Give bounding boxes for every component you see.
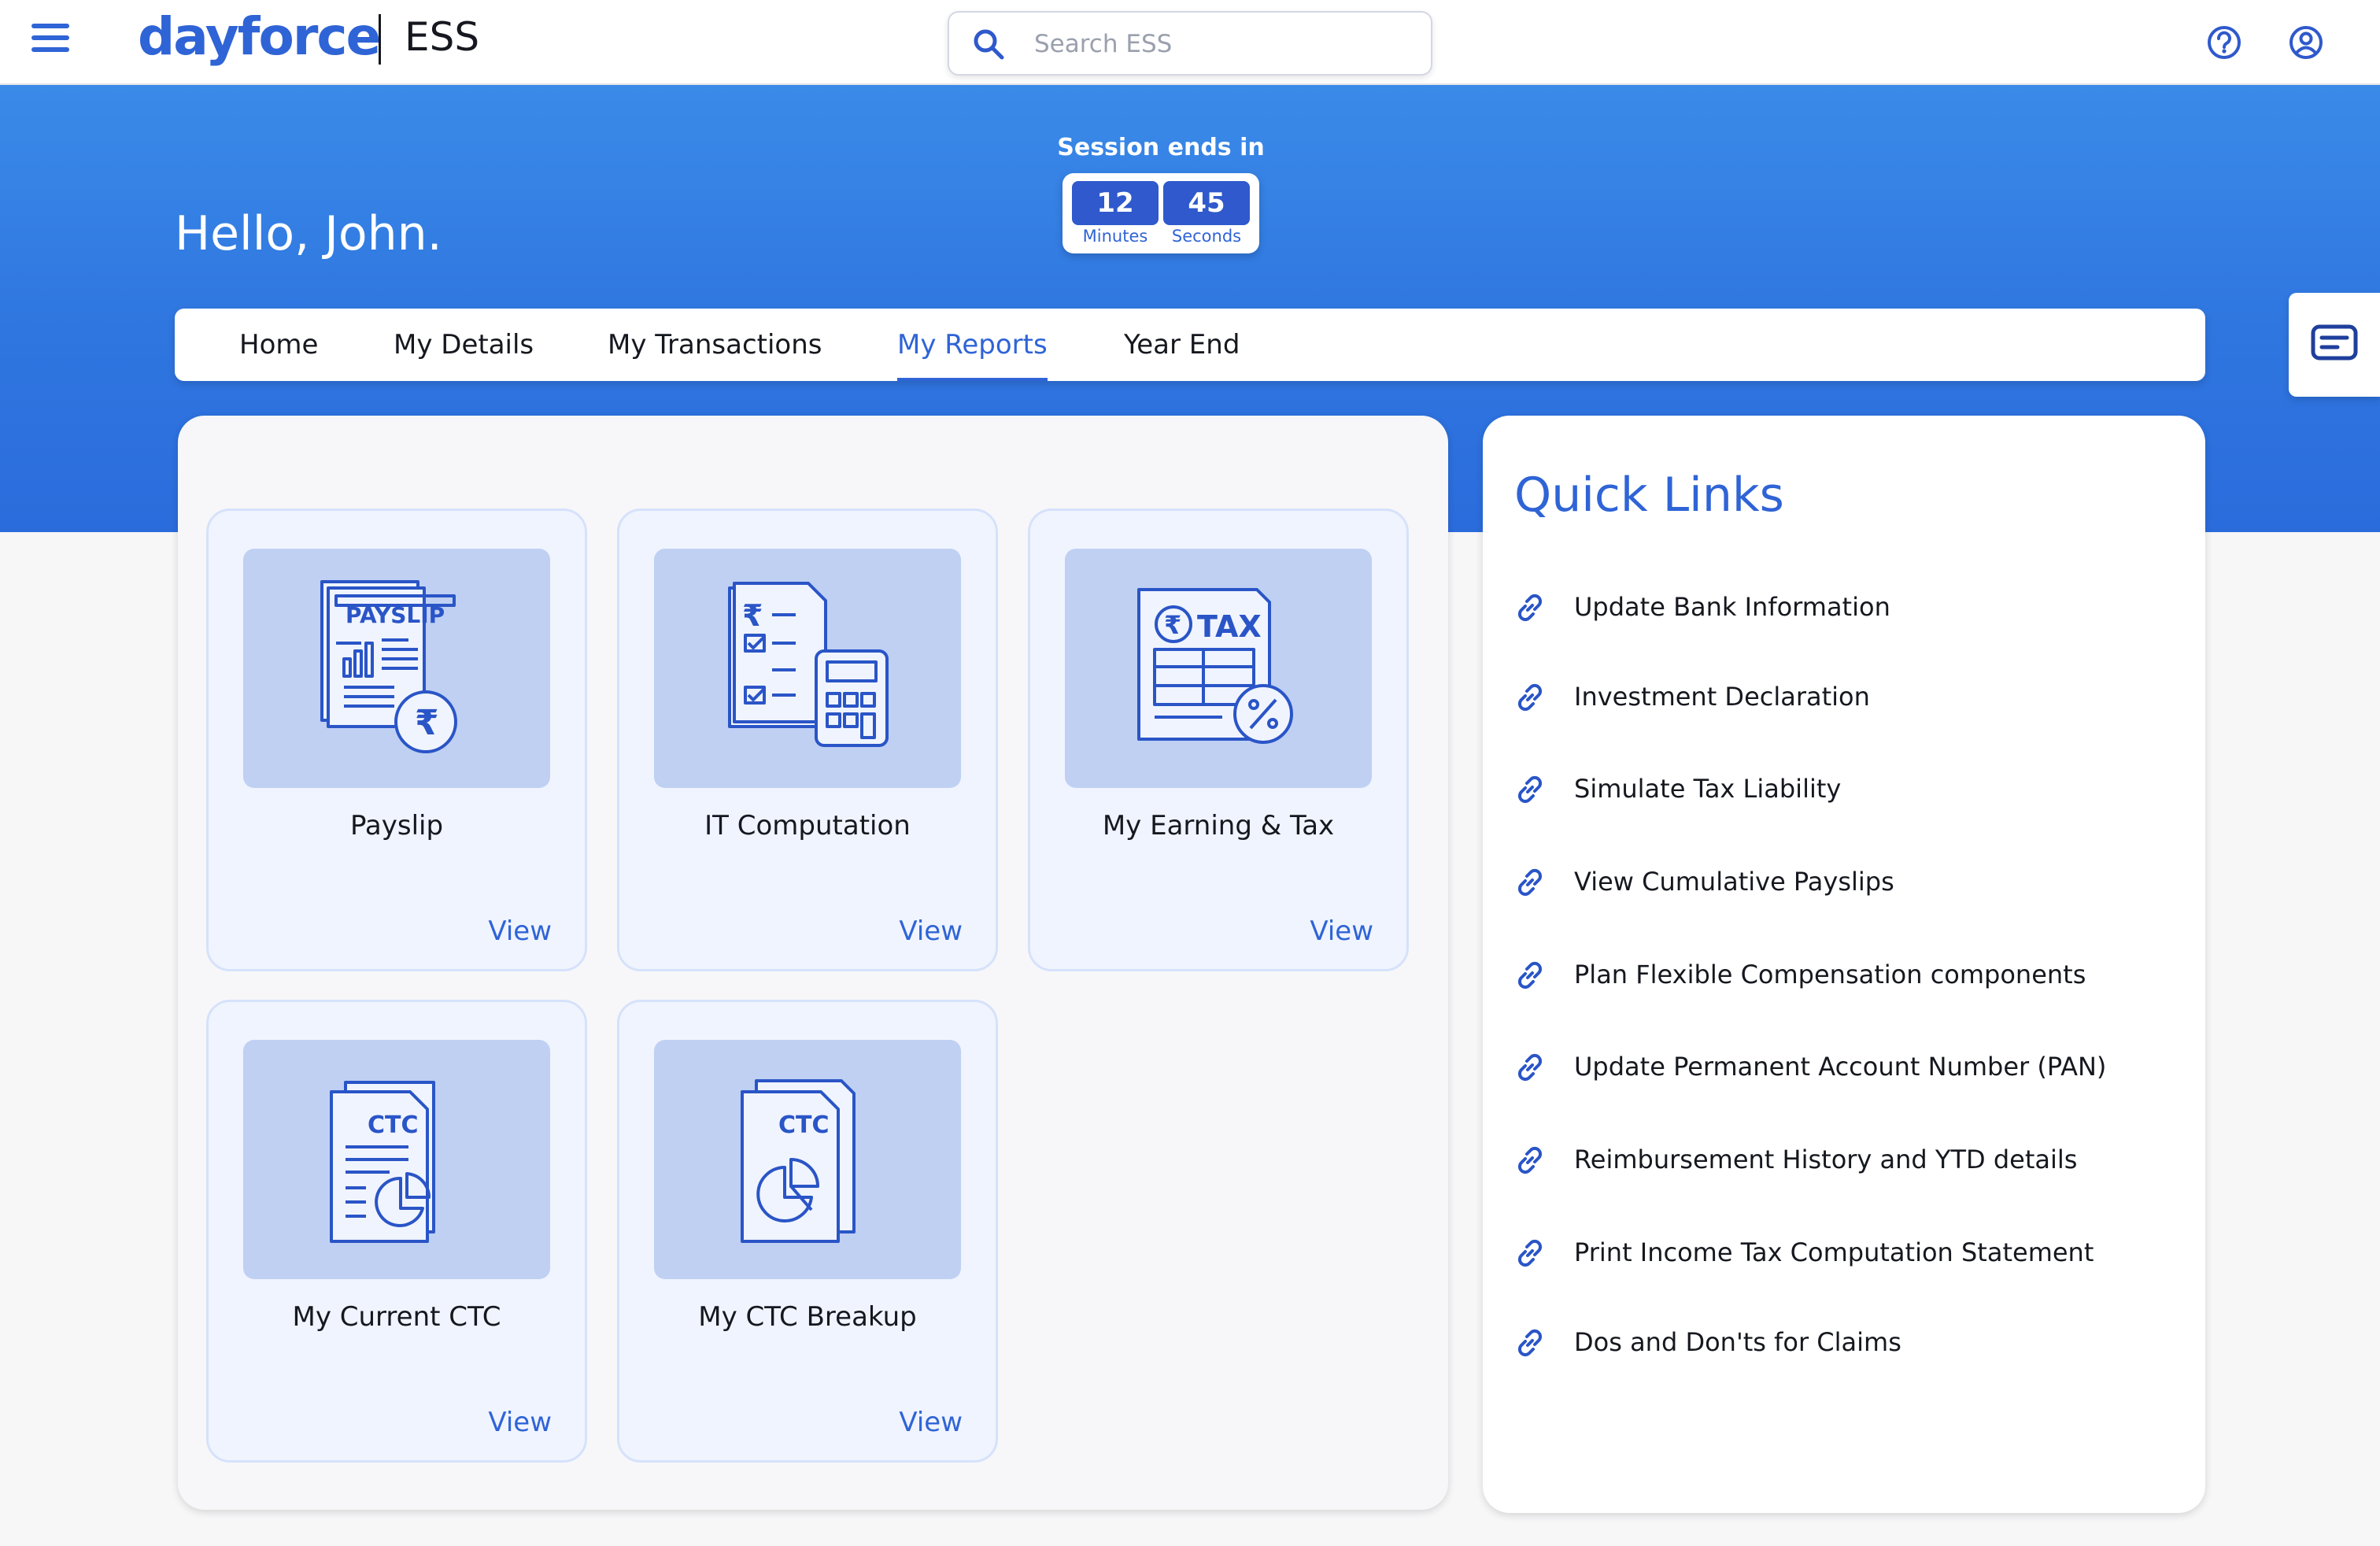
report-card-it-computation[interactable]: ₹ IT Computation View	[617, 509, 998, 971]
link-icon	[1517, 1053, 1543, 1082]
report-card-title: Payslip	[349, 810, 444, 841]
link-icon	[1517, 683, 1543, 712]
tax-art-text: TAX	[1197, 609, 1262, 644]
current-ctc-art-text: CTC	[368, 1111, 419, 1139]
search-icon	[974, 29, 1004, 60]
tab-my-transactions[interactable]: My Transactions	[608, 309, 822, 381]
logo-divider	[379, 14, 381, 65]
current-ctc-icon: CTC	[330, 1081, 435, 1243]
quick-link-reimbursement-history[interactable]: Reimbursement History and YTD details	[1514, 1138, 2191, 1182]
quick-link-label: View Cumulative Payslips	[1574, 867, 1894, 897]
report-card-title: My Earning & Tax	[1102, 810, 1335, 841]
report-card-payslip[interactable]: PAYSLIP ₹ Payslip View	[206, 509, 587, 971]
feedback-side-tab[interactable]	[2289, 293, 2380, 397]
quick-link-label: Plan Flexible Compensation components	[1574, 960, 2086, 989]
quick-link-label: Update Permanent Account Number (PAN)	[1574, 1052, 2107, 1082]
top-bar: dayforce ESS	[0, 0, 2380, 85]
quick-link-label: Investment Declaration	[1574, 682, 1870, 712]
quick-link-label: Print Income Tax Computation Statement	[1574, 1237, 2094, 1267]
link-icon	[1517, 1146, 1543, 1174]
report-card-ctc-breakup[interactable]: CTC My CTC Breakup View	[617, 1000, 998, 1463]
it-computation-icon: ₹	[728, 582, 889, 747]
quick-link-label: Dos and Don'ts for Claims	[1574, 1327, 1901, 1357]
view-link[interactable]: View	[1310, 915, 1373, 947]
quick-link-pan[interactable]: Update Permanent Account Number (PAN)	[1514, 1045, 2191, 1089]
tab-home[interactable]: Home	[239, 309, 318, 381]
earning-tax-icon: ₹ TAX	[1137, 588, 1293, 744]
quick-link-print-tax-statement[interactable]: Print Income Tax Computation Statement	[1514, 1231, 2191, 1275]
svg-text:₹: ₹	[415, 703, 439, 743]
link-icon	[1517, 961, 1543, 989]
link-icon	[1517, 1329, 1543, 1357]
payslip-art-text: PAYSLIP	[346, 602, 445, 628]
session-seconds: 45	[1163, 181, 1250, 225]
session-minutes: 12	[1072, 181, 1159, 225]
svg-text:₹: ₹	[1164, 610, 1181, 640]
main-tabs: Home My Details My Transactions My Repor…	[175, 309, 2205, 381]
link-icon	[1517, 1239, 1543, 1267]
quick-link-flexible-compensation[interactable]: Plan Flexible Compensation components	[1514, 953, 2191, 997]
quick-link-investment-declaration[interactable]: Investment Declaration	[1514, 675, 2191, 719]
search-input[interactable]	[1034, 25, 1412, 63]
link-icon	[1517, 594, 1543, 622]
svg-text:₹: ₹	[742, 598, 763, 633]
current-ctc-illustration: CTC	[243, 1040, 550, 1279]
report-card-current-ctc[interactable]: CTC My Current CTC View	[206, 1000, 587, 1463]
quick-links-title: Quick Links	[1514, 468, 1784, 523]
help-icon[interactable]	[2205, 24, 2243, 61]
report-card-title: My CTC Breakup	[698, 1301, 917, 1333]
greeting: Hello, John.	[175, 206, 442, 261]
tab-my-details[interactable]: My Details	[394, 309, 534, 381]
ctc-breakup-art-text: CTC	[778, 1111, 830, 1139]
view-link[interactable]: View	[488, 1407, 552, 1438]
view-link[interactable]: View	[899, 1407, 963, 1438]
quick-link-label: Reimbursement History and YTD details	[1574, 1145, 2078, 1174]
quick-link-label: Simulate Tax Liability	[1574, 774, 1842, 804]
tab-year-end[interactable]: Year End	[1124, 309, 1240, 381]
reports-panel: PAYSLIP ₹ Payslip View ₹ IT Computation …	[178, 416, 1448, 1510]
quick-link-label: Update Bank Information	[1574, 592, 1890, 622]
menu-icon[interactable]	[31, 24, 69, 55]
tab-my-reports[interactable]: My Reports	[897, 309, 1048, 381]
brand-logo[interactable]: dayforce	[138, 6, 381, 67]
ctc-breakup-illustration: CTC	[654, 1040, 961, 1279]
session-seconds-label: Seconds	[1171, 227, 1242, 246]
session-timer: 12 Minutes 45 Seconds	[1062, 173, 1259, 253]
search-box[interactable]	[948, 11, 1432, 76]
quick-link-cumulative-payslips[interactable]: View Cumulative Payslips	[1514, 860, 2191, 904]
quick-link-simulate-tax[interactable]: Simulate Tax Liability	[1514, 767, 2191, 812]
session-minutes-label: Minutes	[1082, 227, 1148, 246]
app-name: ESS	[405, 14, 480, 60]
it-computation-illustration: ₹	[654, 549, 961, 788]
message-icon	[2311, 324, 2358, 361]
payslip-illustration: PAYSLIP ₹	[243, 549, 550, 788]
earning-tax-illustration: ₹ TAX	[1065, 549, 1372, 788]
link-icon	[1517, 775, 1543, 804]
ctc-breakup-icon: CTC	[741, 1079, 856, 1243]
quick-link-dos-donts-claims[interactable]: Dos and Don'ts for Claims	[1514, 1321, 2191, 1365]
quick-links-panel: Quick Links Update Bank Information Inves…	[1483, 416, 2205, 1513]
quick-link-bank-info[interactable]: Update Bank Information	[1514, 586, 2191, 630]
payslip-icon: PAYSLIP ₹	[320, 580, 457, 753]
session-label: Session ends in	[1057, 134, 1265, 161]
report-card-earning-tax[interactable]: ₹ TAX My Earning & Tax View	[1028, 509, 1409, 971]
report-card-title: IT Computation	[704, 810, 911, 841]
view-link[interactable]: View	[488, 915, 552, 947]
report-card-title: My Current CTC	[292, 1301, 501, 1333]
view-link[interactable]: View	[899, 915, 963, 947]
account-icon[interactable]	[2287, 24, 2325, 61]
link-icon	[1517, 868, 1543, 897]
